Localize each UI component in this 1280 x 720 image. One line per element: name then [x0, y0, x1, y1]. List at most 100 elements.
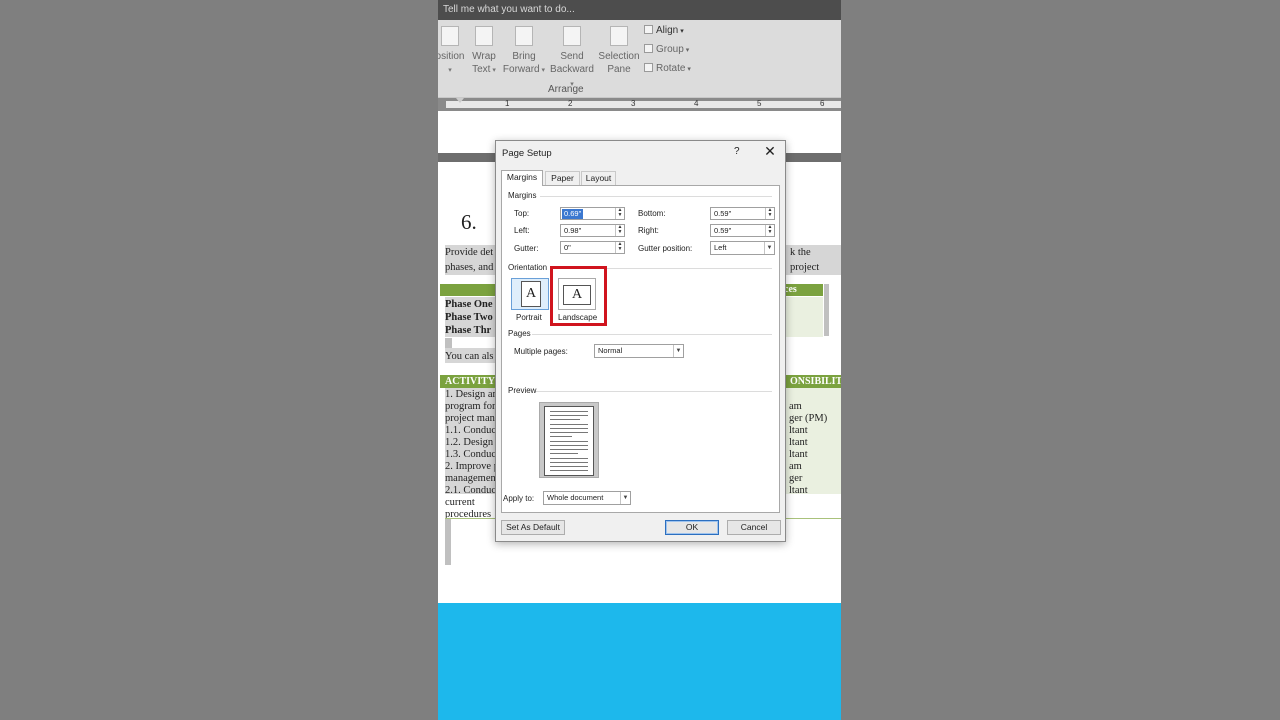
wrap-label-1: Wrap	[472, 51, 496, 62]
arrange-group-label: Arrange	[548, 84, 584, 95]
spinner-buttons[interactable]: ▲ ▼	[615, 225, 624, 236]
top-margin-value: 0.69"	[562, 209, 584, 219]
spin-down-icon[interactable]: ▼	[616, 230, 624, 235]
align-button[interactable]: Align ▾	[644, 22, 684, 40]
rotate-icon	[644, 63, 653, 72]
multiple-pages-select[interactable]: Normal ▼	[594, 344, 684, 358]
ruler-number: 5	[757, 99, 762, 108]
ok-button[interactable]: OK	[665, 520, 719, 535]
left-margin-input[interactable]: 0.98" ▲ ▼	[560, 224, 625, 237]
spinner-buttons[interactable]: ▲ ▼	[615, 208, 624, 219]
group-icon	[644, 44, 653, 53]
tab-layout[interactable]: Layout	[581, 171, 616, 185]
selection-label-1: Selection	[598, 51, 640, 62]
section-divider	[532, 334, 772, 335]
selection-label-2: Pane	[607, 64, 631, 75]
table-cell: Phase One	[445, 299, 493, 310]
ruler-number: 2	[568, 99, 573, 108]
wrap-text-icon	[475, 26, 493, 46]
paragraph-line: phases, and	[445, 262, 494, 273]
align-icon	[644, 25, 653, 34]
paragraph-line: You can als	[445, 351, 494, 362]
position-icon	[441, 26, 459, 46]
spinner-buttons[interactable]: ▲ ▼	[765, 208, 774, 219]
rotate-button[interactable]: Rotate ▾	[644, 60, 691, 78]
bottom-margin-input[interactable]: 0.59" ▲ ▼	[710, 207, 775, 220]
chevron-down-icon[interactable]: ▼	[673, 345, 683, 357]
apply-to-label: Apply to:	[503, 494, 535, 503]
spin-down-icon[interactable]: ▼	[616, 213, 624, 218]
send-backward-button[interactable]: Send Backward ▾	[548, 26, 596, 91]
paragraph-line: k the project	[790, 247, 820, 273]
bring-label-1: Bring	[512, 51, 536, 62]
right-label: Right:	[638, 226, 659, 235]
chevron-down-icon[interactable]: ▼	[620, 492, 630, 504]
gutter-label: Gutter:	[514, 244, 539, 253]
gutter-position-label: Gutter position:	[638, 244, 693, 253]
bottom-margin-value: 0.59"	[714, 209, 732, 218]
wrap-text-button[interactable]: Wrap Text ▾	[469, 26, 499, 77]
spinner-buttons[interactable]: ▲ ▼	[765, 225, 774, 236]
portrait-option[interactable]: A	[511, 278, 549, 310]
section-divider	[540, 196, 772, 197]
section-divider	[536, 391, 772, 392]
preview-sheet	[544, 406, 594, 476]
position-label: osition	[438, 51, 465, 62]
table-cell: Phase Two	[445, 312, 493, 323]
group-label-text: Group	[656, 44, 684, 55]
tab-paper[interactable]: Paper	[545, 171, 580, 185]
spin-down-icon[interactable]: ▼	[766, 230, 774, 235]
gutter-position-value: Left	[714, 243, 727, 252]
rotate-label: Rotate	[656, 63, 686, 74]
page-preview	[539, 402, 599, 478]
tab-margins[interactable]: Margins	[501, 170, 543, 186]
table2-header-left: ACTIVITY	[445, 376, 496, 387]
table-edge	[824, 284, 829, 336]
right-margin-value: 0.59"	[714, 226, 732, 235]
table-edge	[445, 519, 451, 565]
pages-section-label: Pages	[508, 329, 531, 338]
position-button[interactable]: osition ▾	[438, 26, 466, 77]
highlight-box	[550, 266, 607, 326]
horizontal-ruler[interactable]: 1 2 3 4 5 6	[438, 98, 841, 111]
top-label: Top:	[514, 209, 530, 218]
set-as-default-button[interactable]: Set As Default	[501, 520, 565, 535]
group-button[interactable]: Group ▾	[644, 41, 689, 59]
chevron-down-icon: ▾	[685, 66, 691, 73]
table2-header-right: ONSIBILITY	[790, 376, 841, 387]
spinner-buttons[interactable]: ▲ ▼	[615, 242, 624, 253]
indent-marker[interactable]	[456, 98, 464, 103]
orientation-section-label: Orientation	[508, 263, 548, 272]
chevron-down-icon: ▾	[678, 28, 684, 35]
left-margin-value: 0.98"	[564, 226, 582, 235]
ruler-number: 3	[631, 99, 636, 108]
cancel-button[interactable]: Cancel	[727, 520, 781, 535]
tell-me-bar[interactable]: Tell me what you want to do...	[438, 0, 841, 20]
chevron-down-icon: ▾	[539, 67, 546, 74]
margins-section-label: Margins	[508, 191, 537, 200]
page-setup-dialog: Page Setup ? ✕ Margins Paper Layout Marg…	[495, 140, 786, 542]
apply-to-select[interactable]: Whole document ▼	[543, 491, 631, 505]
selection-pane-button[interactable]: Selection Pane	[598, 26, 640, 76]
gutter-position-select[interactable]: Left ▼	[710, 241, 775, 255]
spin-down-icon[interactable]: ▼	[766, 213, 774, 218]
chevron-down-icon: ▾	[683, 47, 690, 54]
align-label: Align	[656, 25, 679, 36]
help-icon[interactable]: ?	[734, 146, 740, 157]
selection-pane-icon	[610, 26, 628, 46]
table-cell: ltant	[789, 485, 808, 496]
dialog-title: Page Setup	[502, 148, 552, 159]
close-icon[interactable]: ✕	[763, 143, 777, 160]
ruler-number: 4	[694, 99, 699, 108]
multiple-pages-value: Normal	[598, 346, 623, 355]
wrap-label-2: Text	[472, 64, 491, 75]
gutter-value: 0"	[564, 243, 571, 252]
send-backward-icon	[563, 26, 581, 46]
gutter-input[interactable]: 0" ▲ ▼	[560, 241, 625, 254]
bring-forward-button[interactable]: Bring Forward ▾	[502, 26, 546, 77]
tell-me-text: Tell me what you want to do...	[443, 4, 575, 15]
top-margin-input[interactable]: 0.69" ▲ ▼	[560, 207, 625, 220]
chevron-down-icon[interactable]: ▼	[764, 242, 774, 254]
right-margin-input[interactable]: 0.59" ▲ ▼	[710, 224, 775, 237]
spin-down-icon[interactable]: ▼	[616, 247, 624, 252]
